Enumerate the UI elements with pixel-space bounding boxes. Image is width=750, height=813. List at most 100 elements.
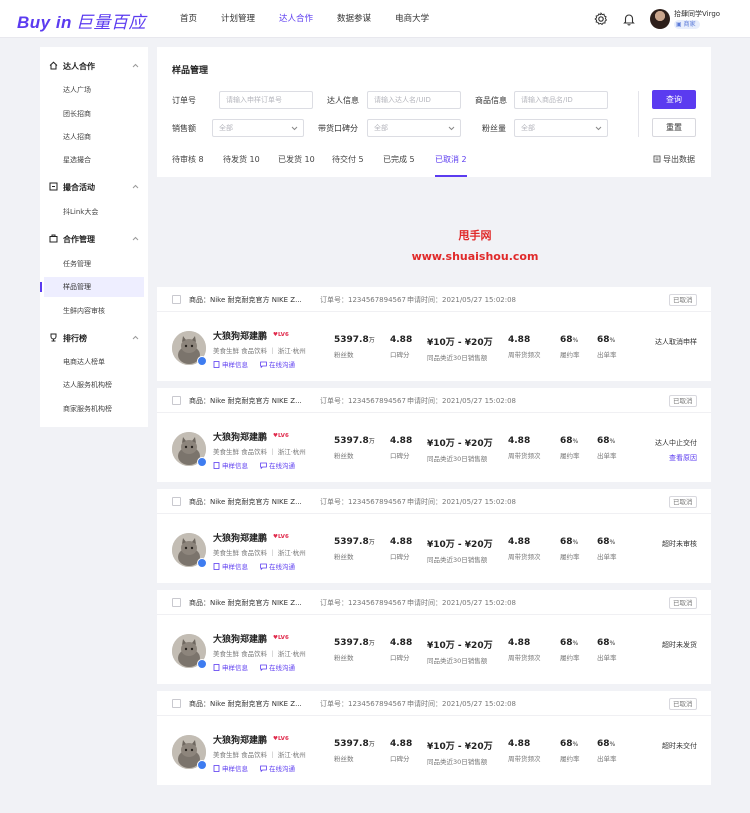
order-number: 订单号：1234567894567 <box>320 498 406 506</box>
sidebar-item-merchant-agency-rank[interactable]: 商家服务机构榜 <box>44 399 144 419</box>
stat-sales: ¥10万 - ¥20万 同品类近30日销售额 <box>427 439 493 463</box>
stat-frequency: 4.88 周带货频次 <box>508 436 541 460</box>
tab-pending-ship[interactable]: 待发货 10 <box>223 154 260 176</box>
product-info-label: 商品信息 <box>475 96 507 105</box>
select-checkbox[interactable] <box>172 497 181 506</box>
online-chat-link[interactable]: 在线沟通 <box>260 662 295 672</box>
level-badge: ♥LV6 <box>273 635 289 641</box>
stat-order-rate: 68% 出单率 <box>597 335 617 359</box>
chevron-up-icon[interactable] <box>132 335 139 340</box>
fans-label: 粉丝量 <box>482 124 506 133</box>
online-chat-link[interactable]: 在线沟通 <box>260 763 295 773</box>
view-reason-link[interactable]: 查看原因 <box>653 453 697 463</box>
talent-name[interactable]: 大狼狗郑建鹏 <box>213 531 267 544</box>
user-avatar[interactable] <box>650 9 670 29</box>
verified-icon <box>197 457 207 467</box>
status-badge: 已取消 <box>669 698 697 710</box>
card-header: 商品：Nike 耐克耐克官方 NIKE Z... 订单号：12345678945… <box>157 388 711 413</box>
order-number: 订单号：1234567894567 <box>320 700 406 708</box>
rating-select[interactable]: 全部 <box>367 119 461 137</box>
bell-icon[interactable] <box>622 12 636 26</box>
document-icon <box>213 765 220 772</box>
apply-info-link[interactable]: 申样信息 <box>213 662 248 672</box>
chevron-up-icon[interactable] <box>132 63 139 68</box>
nav-item-data[interactable]: 数据参谋 <box>337 0 371 38</box>
verified-icon <box>197 760 207 770</box>
stat-order-rate: 68% 出单率 <box>597 436 617 460</box>
talent-info-input[interactable] <box>367 91 461 109</box>
export-button[interactable]: 导出数据 <box>653 154 695 165</box>
apply-info-link[interactable]: 申样信息 <box>213 359 248 369</box>
sidebar-group-activity[interactable]: 撮合活动 <box>40 177 148 197</box>
tab-pending-deliver[interactable]: 待交付 5 <box>332 154 364 176</box>
status-badge: 已取消 <box>669 496 697 508</box>
nav-item-talent[interactable]: 达人合作 <box>279 0 313 38</box>
stat-rating: 4.88 口碑分 <box>390 436 413 460</box>
verified-icon <box>197 659 207 669</box>
sidebar-item-talent-invite[interactable]: 达人招商 <box>44 127 144 147</box>
level-badge: ♥LV6 <box>273 332 289 338</box>
apply-info-link[interactable]: 申样信息 <box>213 460 248 470</box>
product-name[interactable]: 商品：Nike 耐克耐克官方 NIKE Z... <box>189 497 302 507</box>
talent-name[interactable]: 大狼狗郑建鹏 <box>213 733 267 746</box>
nav-item-university[interactable]: 电商大学 <box>395 0 429 38</box>
sidebar-item-doulink[interactable]: 抖Link大会 <box>44 202 144 222</box>
apply-info-link[interactable]: 申样信息 <box>213 763 248 773</box>
sidebar-item-fresh-review[interactable]: 生鲜内容审核 <box>44 301 144 321</box>
store-icon: ▣ <box>676 21 684 28</box>
online-chat-link[interactable]: 在线沟通 <box>260 359 295 369</box>
select-checkbox[interactable] <box>172 598 181 607</box>
product-name[interactable]: 商品：Nike 耐克耐克官方 NIKE Z... <box>189 598 302 608</box>
trophy-icon <box>50 333 57 342</box>
sample-card: 商品：Nike 耐克耐克官方 NIKE Z... 订单号：12345678945… <box>157 287 711 381</box>
sidebar-group-ranking[interactable]: 排行榜 <box>40 328 148 348</box>
gear-icon[interactable] <box>594 12 608 26</box>
reset-button[interactable]: 重置 <box>652 118 696 137</box>
card-header: 商品：Nike 耐克耐克官方 NIKE Z... 订单号：12345678945… <box>157 489 711 514</box>
talent-name[interactable]: 大狼狗郑建鹏 <box>213 632 267 645</box>
talent-name[interactable]: 大狼狗郑建鹏 <box>213 329 267 342</box>
apply-info-link[interactable]: 申样信息 <box>213 561 248 571</box>
tab-shipped[interactable]: 已发货 10 <box>278 154 315 176</box>
sidebar-group-talent[interactable]: 达人合作 <box>40 56 148 76</box>
stat-fans: 5397.8万 粉丝数 <box>334 436 375 460</box>
sample-card: 商品：Nike 耐克耐克官方 NIKE Z... 订单号：12345678945… <box>157 489 711 583</box>
product-name[interactable]: 商品：Nike 耐克耐克官方 NIKE Z... <box>189 396 302 406</box>
tab-cancelled[interactable]: 已取消 2 <box>435 154 467 177</box>
fans-select[interactable]: 全部 <box>514 119 608 137</box>
nav-item-home[interactable]: 首页 <box>180 0 197 38</box>
chevron-up-icon[interactable] <box>132 184 139 189</box>
order-no-input[interactable] <box>219 91 313 109</box>
sidebar-item-talent-square[interactable]: 达人广场 <box>44 80 144 100</box>
card-header: 商品：Nike 耐克耐克官方 NIKE Z... 订单号：12345678945… <box>157 287 711 312</box>
document-icon <box>213 664 220 671</box>
sidebar-item-leader-invite[interactable]: 团长招商 <box>44 104 144 124</box>
select-checkbox[interactable] <box>172 699 181 708</box>
online-chat-link[interactable]: 在线沟通 <box>260 561 295 571</box>
talent-name[interactable]: 大狼狗郑建鹏 <box>213 430 267 443</box>
nav-item-plan[interactable]: 计划管理 <box>221 0 255 38</box>
brand-logo[interactable]: Buy in 巨量百应 <box>17 8 146 33</box>
online-chat-link[interactable]: 在线沟通 <box>260 460 295 470</box>
status-badge: 已取消 <box>669 395 697 407</box>
user-name[interactable]: 拾肆同学Virgo <box>674 9 720 19</box>
sidebar-item-star-match[interactable]: 星选撮合 <box>44 150 144 170</box>
tab-pending-review[interactable]: 待审核 8 <box>172 154 204 176</box>
select-checkbox[interactable] <box>172 396 181 405</box>
sidebar-item-sample[interactable]: 样品管理 <box>40 277 144 297</box>
tab-completed[interactable]: 已完成 5 <box>383 154 415 176</box>
product-name[interactable]: 商品：Nike 耐克耐克官方 NIKE Z... <box>189 699 302 709</box>
stat-rating: 4.88 口碑分 <box>390 739 413 763</box>
divider <box>638 91 639 137</box>
sales-select[interactable]: 全部 <box>212 119 304 137</box>
level-badge: ♥LV6 <box>273 433 289 439</box>
sidebar-item-talent-agency-rank[interactable]: 达人服务机构榜 <box>44 375 144 395</box>
sidebar-item-talent-rank[interactable]: 电商达人榜单 <box>44 352 144 372</box>
product-info-input[interactable] <box>514 91 608 109</box>
stat-rating: 4.88 口碑分 <box>390 638 413 662</box>
query-button[interactable]: 查询 <box>652 90 696 109</box>
select-checkbox[interactable] <box>172 295 181 304</box>
product-name[interactable]: 商品：Nike 耐克耐克官方 NIKE Z... <box>189 295 302 305</box>
cancel-reason: 超时未交付 <box>662 742 697 750</box>
stat-fulfil-rate: 68% 履约率 <box>560 739 580 763</box>
